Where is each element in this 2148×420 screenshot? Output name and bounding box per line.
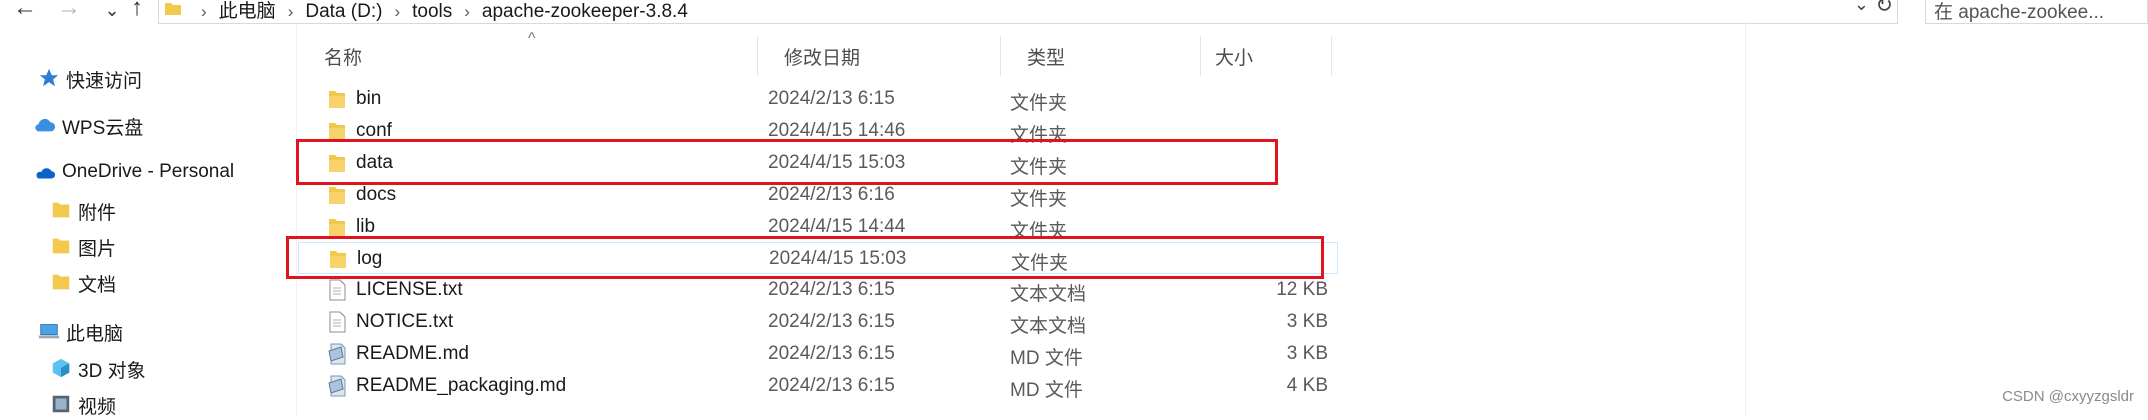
file-row[interactable]: README_packaging.md 2024/2/13 6:15 MD 文件 4 … [298, 370, 1338, 402]
sidebar-item-label: 此电脑 [66, 324, 124, 345]
pane-divider [296, 24, 297, 417]
file-name: LICENSE.txt [356, 279, 463, 300]
file-name: NOTICE.txt [356, 311, 454, 332]
sidebar-item-label: 附件 [78, 203, 117, 224]
file-name: README.md [356, 343, 469, 364]
column-header-row: ^ 名称 修改日期 类型 大小 [298, 30, 1338, 76]
back-arrow-icon[interactable]: ← [10, 0, 40, 22]
navigation-pane: 快速访问 WPS云盘 OneDrive - Personal 附件 图片 文档 … [0, 24, 296, 418]
chevron-right-icon: › [394, 2, 401, 21]
file-row[interactable]: NOTICE.txt 2024/2/13 6:15 文本文档 3 KB [298, 306, 1338, 338]
chevron-down-icon[interactable]: ⌄ [1854, 0, 1869, 15]
folder-icon [52, 202, 70, 218]
column-header-modified[interactable]: 修改日期 [758, 36, 1001, 76]
recent-locations-chevron-icon[interactable]: ⌄ [102, 0, 122, 24]
file-name: lib [356, 216, 376, 237]
cube-icon [52, 358, 70, 378]
sidebar-item-label: WPS云盘 [62, 118, 144, 139]
highlight-box-log [286, 236, 1324, 279]
pane-divider [1745, 22, 1746, 417]
search-placeholder: 在 apache-zookee... [1934, 2, 2105, 23]
file-type: MD 文件 [1010, 348, 1083, 369]
folder-icon [328, 216, 346, 238]
file-type: 文件夹 [1010, 189, 1068, 210]
file-name: docs [356, 184, 397, 205]
up-arrow-icon[interactable]: ↑ [122, 0, 152, 22]
markdown-file-icon [328, 375, 346, 397]
watermark: CSDN @cxyyzgsldr [2002, 388, 2134, 405]
markdown-file-icon [328, 343, 346, 365]
forward-arrow-icon[interactable]: → [54, 0, 84, 22]
breadcrumb-zookeeper[interactable]: apache-zookeeper-3.8.4 [482, 1, 688, 22]
text-file-icon [328, 279, 346, 301]
folder-icon [328, 88, 346, 110]
sidebar-item-label: 快速访问 [66, 71, 143, 92]
file-size: 3 KB [1286, 343, 1328, 364]
file-modified-date: 2024/2/13 6:15 [768, 279, 895, 300]
sidebar-item-label: 图片 [78, 239, 117, 260]
file-name: README_packaging.md [356, 375, 567, 396]
video-icon [52, 395, 70, 413]
file-modified-date: 2024/2/13 6:16 [768, 184, 895, 205]
computer-icon [38, 324, 60, 339]
cloud-icon [35, 118, 56, 132]
sidebar-item-label: OneDrive - Personal [62, 161, 235, 182]
file-modified-date: 2024/2/13 6:15 [768, 88, 895, 109]
sidebar-item-label: 视频 [78, 397, 117, 418]
file-modified-date: 2024/2/13 6:15 [768, 375, 895, 396]
folder-icon [165, 3, 181, 15]
folder-icon [52, 274, 70, 290]
file-type: 文件夹 [1010, 93, 1068, 114]
file-type: 文本文档 [1010, 316, 1087, 337]
breadcrumb: › 此电脑 › Data (D:) › tools › apache-zookeeper-3.… [189, 0, 688, 23]
chevron-right-icon: › [464, 2, 470, 21]
text-file-icon [328, 311, 346, 333]
file-size: 3 KB [1286, 311, 1328, 332]
refresh-icon[interactable]: ↻ [1875, 0, 1893, 18]
file-modified-date: 2024/2/13 6:15 [768, 311, 895, 332]
address-bar[interactable]: › 此电脑 › Data (D:) › tools › apache-zookeeper-3.… [158, 0, 1898, 24]
sidebar-item-label: 文档 [78, 275, 117, 296]
file-type: MD 文件 [1010, 380, 1083, 401]
highlight-box-data [296, 139, 1278, 185]
folder-icon [328, 184, 346, 206]
file-size: 4 KB [1286, 375, 1328, 396]
file-name: bin [356, 88, 382, 109]
column-header-size[interactable]: 大小 [1201, 36, 1332, 76]
column-header-name[interactable]: 名称 [298, 36, 758, 76]
breadcrumb-tools[interactable]: tools [412, 1, 452, 22]
file-modified-date: 2024/4/15 14:44 [768, 216, 906, 237]
search-input[interactable]: 在 apache-zookee... [1925, 0, 2148, 24]
column-header-type[interactable]: 类型 [1001, 36, 1201, 76]
star-icon [39, 68, 59, 87]
sidebar-item-label: 3D 对象 [78, 361, 146, 382]
file-row[interactable]: bin 2024/2/13 6:15 文件夹 [298, 83, 1338, 115]
file-type: 文本文档 [1010, 284, 1087, 305]
file-modified-date: 2024/2/13 6:15 [768, 343, 895, 364]
file-row[interactable]: README.md 2024/2/13 6:15 MD 文件 3 KB [298, 338, 1338, 370]
breadcrumb-this-pc[interactable]: 此电脑 [219, 1, 276, 22]
folder-icon [52, 238, 70, 254]
chevron-right-icon: › [287, 2, 294, 21]
chevron-right-icon: › [201, 2, 207, 21]
file-size: 12 KB [1276, 279, 1328, 300]
breadcrumb-data-drive[interactable]: Data (D:) [305, 1, 382, 22]
onedrive-cloud-icon [36, 168, 56, 179]
address-toolbar: ← → ⌄ ↑ › 此电脑 › Data (D:) › tools › apache-zook… [0, 0, 2148, 24]
